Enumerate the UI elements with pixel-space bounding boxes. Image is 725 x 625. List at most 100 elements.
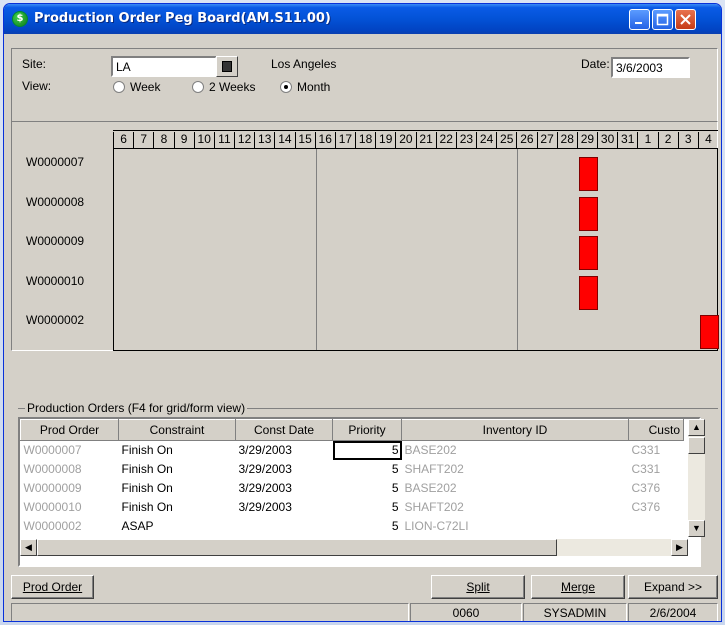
maximize-button[interactable] <box>652 9 673 30</box>
view-2weeks-label[interactable]: 2 Weeks <box>209 80 255 94</box>
table-cell[interactable]: 5 <box>333 517 402 536</box>
date-input[interactable]: 3/6/2003 <box>611 57 690 78</box>
split-button[interactable]: Split <box>431 575 525 599</box>
table-cell[interactable]: BASE202 <box>402 479 629 498</box>
scroll-up-button[interactable]: ▲ <box>688 419 705 436</box>
table-cell[interactable]: W0000007 <box>21 441 119 460</box>
site-name: Los Angeles <box>271 57 337 71</box>
table-cell[interactable]: W0000010 <box>21 498 119 517</box>
view-month-label[interactable]: Month <box>297 80 330 94</box>
column-header[interactable]: Prod Order <box>20 419 119 441</box>
order-bar[interactable] <box>578 275 598 310</box>
minimize-button[interactable] <box>629 9 650 30</box>
scroll-left-button[interactable]: ◀ <box>20 539 37 556</box>
table-cell[interactable] <box>236 517 333 536</box>
day-tick: 30 <box>597 132 617 148</box>
lookup-icon <box>222 61 232 72</box>
table-row[interactable]: W0000010 Finish On 3/29/2003 5 SHAFT202 C376 <box>21 498 684 517</box>
column-header[interactable]: Custo <box>628 419 684 441</box>
table-cell[interactable]: 5 <box>332 440 402 460</box>
site-input[interactable]: LA <box>111 56 217 77</box>
table-row[interactable]: W0000002 ASAP 5 LION-C72LI <box>21 517 684 536</box>
gantt-row-label[interactable]: W0000002 <box>26 313 84 327</box>
status-user: SYSADMIN <box>523 603 627 621</box>
gantt-area[interactable] <box>113 148 719 351</box>
site-lookup-button[interactable] <box>216 56 238 77</box>
table-cell[interactable]: SHAFT202 <box>402 460 629 479</box>
day-tick: 19 <box>375 132 395 148</box>
scroll-right-button[interactable]: ▶ <box>671 539 688 556</box>
table-cell[interactable] <box>629 517 684 536</box>
table-cell[interactable]: W0000009 <box>21 479 119 498</box>
day-tick: 29 <box>576 132 597 148</box>
table-cell[interactable]: 3/29/2003 <box>236 479 333 498</box>
scroll-thumb[interactable] <box>688 437 705 454</box>
table-cell[interactable]: 5 <box>333 479 402 498</box>
prod-order-label: Prod Order <box>22 580 83 594</box>
day-tick: 3 <box>677 132 698 148</box>
column-header[interactable]: Const Date <box>235 419 333 441</box>
day-tick: 21 <box>415 132 436 148</box>
table-cell[interactable]: 3/29/2003 <box>236 441 333 460</box>
table-row[interactable]: W0000009 Finish On 3/29/2003 5 BASE202 C376 <box>21 479 684 498</box>
scroll-down-button[interactable]: ▼ <box>688 520 705 537</box>
minimize-icon <box>635 22 642 24</box>
view-month-radio[interactable] <box>280 81 292 93</box>
merge-button[interactable]: Merge <box>531 575 625 599</box>
peg-board-chart: 6 7 8 9 10 11 12 13 14 15 16 17 18 19 20 21 22 23 24 25 26 27… <box>11 121 719 351</box>
table-cell[interactable]: C331 <box>629 460 684 479</box>
column-header[interactable]: Inventory ID <box>401 419 629 441</box>
day-tick: 10 <box>193 132 214 148</box>
column-header[interactable]: Priority <box>332 419 402 441</box>
hscroll-thumb[interactable] <box>37 539 557 556</box>
day-tick: 11 <box>213 132 234 148</box>
gantt-row-label[interactable]: W0000010 <box>26 274 84 288</box>
order-bar[interactable] <box>578 157 598 191</box>
day-tick: 25 <box>496 132 516 148</box>
gantt-row-label[interactable]: W0000008 <box>26 195 84 209</box>
date-label: Date: <box>581 57 610 71</box>
table-cell[interactable]: Finish On <box>119 441 236 460</box>
close-icon <box>680 14 691 25</box>
table-cell[interactable]: 3/29/2003 <box>236 498 333 517</box>
close-button[interactable] <box>675 9 696 30</box>
column-header[interactable]: Constraint <box>118 419 236 441</box>
order-bar[interactable] <box>578 236 598 270</box>
table-cell[interactable]: W0000008 <box>21 460 119 479</box>
grid-vertical-scrollbar[interactable]: ▲ ▼ <box>688 419 705 537</box>
table-cell[interactable]: Finish On <box>119 460 236 479</box>
table-cell[interactable]: SHAFT202 <box>402 498 629 517</box>
merge-label: Merge <box>560 580 595 594</box>
title-bar[interactable]: $ Production Order Peg Board(AM.S11.00) <box>4 4 721 34</box>
maximize-icon <box>656 13 669 26</box>
table-cell[interactable]: Finish On <box>119 498 236 517</box>
table-cell[interactable]: Finish On <box>119 479 236 498</box>
view-week-radio[interactable] <box>113 81 125 93</box>
view-2weeks-radio[interactable] <box>192 81 204 93</box>
table-row[interactable]: W0000007 Finish On 3/29/2003 5 BASE202 C331 <box>21 440 684 460</box>
table-cell[interactable]: C376 <box>629 498 684 517</box>
table-cell[interactable]: 5 <box>333 498 402 517</box>
table-cell[interactable]: ASAP <box>119 517 236 536</box>
day-tick: 15 <box>294 132 315 148</box>
table-cell[interactable]: W0000002 <box>21 517 119 536</box>
table-cell[interactable]: C376 <box>629 479 684 498</box>
table-cell[interactable]: 5 <box>333 460 402 479</box>
day-tick: 18 <box>355 132 375 148</box>
table-cell[interactable]: 3/29/2003 <box>236 460 333 479</box>
prod-order-button[interactable]: Prod Order <box>11 575 94 599</box>
order-bar[interactable] <box>578 196 598 231</box>
app-logo-icon[interactable]: $ <box>12 11 28 27</box>
grid-horizontal-scrollbar[interactable]: ◀ ▶ <box>20 539 688 556</box>
view-week-label[interactable]: Week <box>130 80 160 94</box>
table-row[interactable]: W0000008 Finish On 3/29/2003 5 SHAFT202 C331 <box>21 460 684 479</box>
table-cell[interactable]: BASE202 <box>402 441 629 460</box>
gantt-row-label[interactable]: W0000007 <box>26 155 84 169</box>
table-cell[interactable]: LION-C72LI <box>402 517 629 536</box>
table-cell[interactable]: C331 <box>629 441 684 460</box>
order-bar[interactable] <box>699 315 719 349</box>
expand-button[interactable]: Expand >> <box>628 575 718 599</box>
window-title: Production Order Peg Board(AM.S11.00) <box>34 11 331 26</box>
gantt-row-label[interactable]: W0000009 <box>26 234 84 248</box>
orders-group-label: Production Orders (F4 for grid/form view… <box>25 401 248 415</box>
